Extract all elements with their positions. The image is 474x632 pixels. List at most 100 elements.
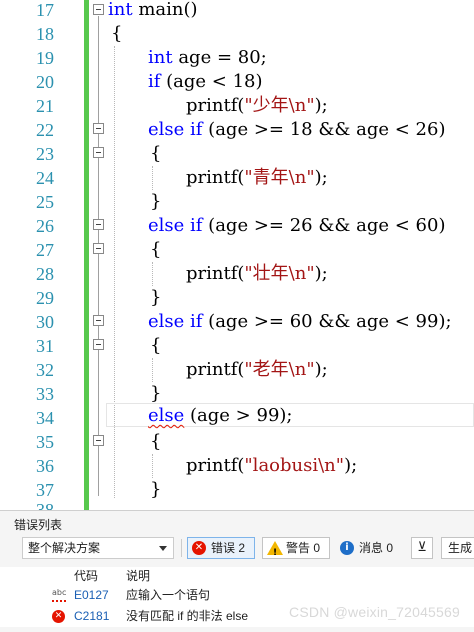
- keyword: int: [108, 0, 133, 20]
- code-text: (age >= 60 && age < 99);: [202, 311, 452, 332]
- code-line: {: [150, 239, 162, 260]
- code-line: printf("老年\n");: [186, 358, 328, 382]
- code-text: );: [314, 95, 328, 116]
- collapse-icon[interactable]: [93, 4, 104, 15]
- line-number: 35: [36, 432, 54, 452]
- build-filter-dropdown[interactable]: 生成: [441, 537, 474, 559]
- collapse-icon[interactable]: [93, 123, 104, 134]
- code-text: );: [314, 359, 328, 380]
- code-text: );: [314, 167, 328, 188]
- code-line: printf("青年\n");: [186, 166, 328, 190]
- scope-selected: 整个解决方案: [28, 541, 101, 555]
- string-literal: "少年\n": [244, 95, 315, 116]
- fold-region-line: [98, 16, 99, 496]
- code-line: }: [150, 383, 162, 404]
- panel-title: 错误列表: [14, 518, 63, 532]
- toolbar-separator: [181, 539, 182, 557]
- error-row[interactable]: abc E0127 应输入一个语句: [0, 585, 474, 606]
- error-description: 应输入一个语句: [126, 588, 211, 602]
- code-text: (age >= 26 && age < 60): [202, 215, 446, 236]
- filter-icon[interactable]: ⊻: [411, 537, 433, 559]
- indent-guide: [152, 454, 153, 478]
- code-text: printf(: [186, 167, 245, 188]
- code-text: );: [314, 263, 328, 284]
- error-description: 没有匹配 if 的非法 else: [126, 609, 249, 623]
- line-number: 21: [36, 96, 54, 116]
- code-line: }: [150, 287, 162, 308]
- chevron-down-icon: [159, 546, 167, 551]
- collapse-icon[interactable]: [93, 435, 104, 446]
- column-header-code[interactable]: 代码: [74, 567, 98, 585]
- line-number: 25: [36, 192, 54, 212]
- error-code[interactable]: C2181: [74, 606, 109, 627]
- keyword: int: [148, 47, 173, 68]
- code-line: else if (age >= 26 && age < 60): [148, 214, 445, 238]
- indent-guide: [152, 166, 153, 190]
- warnings-filter-button[interactable]: ! 警告 0: [262, 537, 330, 559]
- indent-guide: [114, 46, 115, 498]
- code-line: printf("laobusi\n");: [186, 454, 357, 478]
- scope-dropdown[interactable]: 整个解决方案: [22, 537, 174, 559]
- line-number: 34: [36, 408, 54, 428]
- line-number: 26: [36, 216, 54, 236]
- code-text: printf(: [186, 95, 245, 116]
- line-number: 20: [36, 72, 54, 92]
- code-line: {: [150, 431, 162, 452]
- collapse-icon[interactable]: [93, 243, 104, 254]
- line-number: 18: [36, 24, 54, 44]
- keyword: else if: [148, 215, 203, 236]
- line-number: 31: [36, 336, 54, 356]
- code-line: printf("壮年\n");: [186, 262, 328, 286]
- code-text: (age >= 18 && age < 26): [202, 119, 446, 140]
- code-line: {: [111, 23, 123, 44]
- line-number: 17: [36, 0, 54, 20]
- string-literal: "laobusi\n": [244, 455, 345, 476]
- error-list-toolbar: 整个解决方案 ✕ 错误 2 ! 警告 0 i 消息 0 ⊻ 生成: [0, 537, 474, 563]
- errors-filter-button[interactable]: ✕ 错误 2: [187, 537, 255, 559]
- keyword: if: [148, 71, 161, 92]
- collapse-icon[interactable]: [93, 219, 104, 230]
- line-number: 38: [36, 500, 54, 510]
- line-number: 23: [36, 144, 54, 164]
- code-line: int main(): [108, 0, 198, 22]
- build-filter-label: 生成: [448, 541, 473, 555]
- indent-guide: [152, 358, 153, 382]
- code-line: printf("少年\n");: [186, 94, 328, 118]
- collapse-icon[interactable]: [93, 339, 104, 350]
- warnings-filter-label: 警告 0: [286, 541, 321, 555]
- line-number: 29: [36, 288, 54, 308]
- spell-check-icon: abc: [52, 588, 67, 602]
- string-literal: "壮年\n": [244, 263, 315, 284]
- line-number: 36: [36, 456, 54, 476]
- line-number: 30: [36, 312, 54, 332]
- collapse-icon[interactable]: [93, 147, 104, 158]
- string-literal: "老年\n": [244, 359, 315, 380]
- keyword-error[interactable]: else: [148, 405, 184, 426]
- error-list-header: 代码 说明: [0, 567, 474, 586]
- line-number: 33: [36, 384, 54, 404]
- line-number: 22: [36, 120, 54, 140]
- line-number: 27: [36, 240, 54, 260]
- code-text: (age < 18): [160, 71, 263, 92]
- keyword: else if: [148, 119, 203, 140]
- column-header-description[interactable]: 说明: [126, 567, 150, 585]
- line-number: 24: [36, 168, 54, 188]
- line-number: 28: [36, 264, 54, 284]
- code-editor[interactable]: 17 18 19 20 21 22 23 24 25 26 27 28 29 3…: [0, 0, 474, 510]
- indent-guide: [152, 262, 153, 286]
- error-icon: ✕: [52, 610, 65, 623]
- code-line: if (age < 18): [148, 70, 263, 94]
- collapse-icon[interactable]: [93, 315, 104, 326]
- code-line: else (age > 99);: [148, 404, 292, 428]
- code-line: }: [150, 191, 162, 212]
- code-line: else if (age >= 60 && age < 99);: [148, 310, 452, 334]
- code-text: printf(: [186, 263, 245, 284]
- code-line: int age = 80;: [148, 46, 267, 70]
- keyword: else if: [148, 311, 203, 332]
- messages-filter-button[interactable]: i 消息 0: [335, 537, 403, 559]
- line-number: 32: [36, 360, 54, 380]
- error-icon: ✕: [192, 541, 206, 555]
- code-line: else if (age >= 18 && age < 26): [148, 118, 445, 142]
- watermark: CSDN @weixin_72045569: [289, 604, 460, 620]
- error-code[interactable]: E0127: [74, 585, 109, 606]
